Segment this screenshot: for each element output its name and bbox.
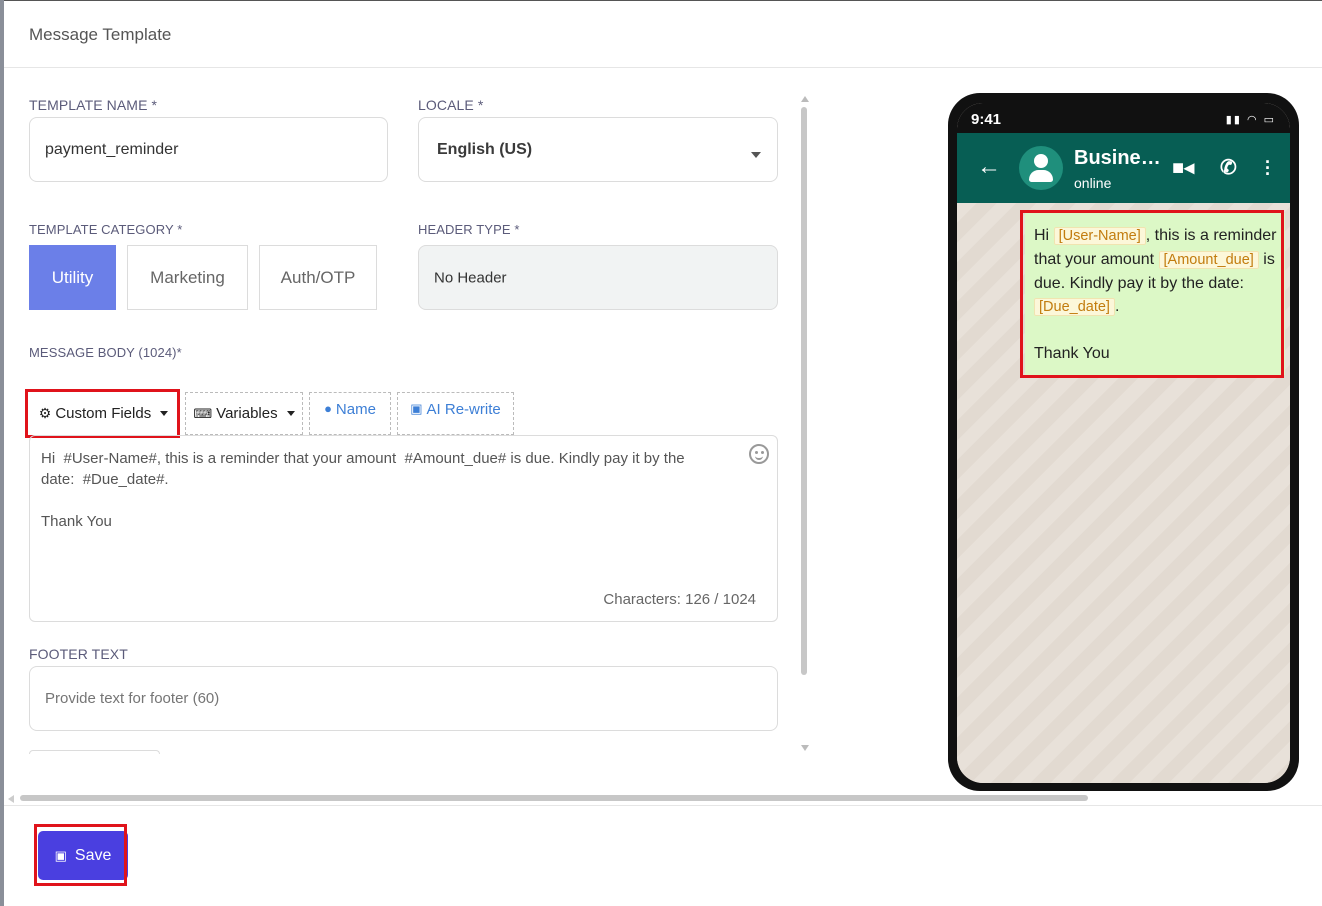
scroll-down-arrow[interactable] [801,745,809,751]
scroll-left-arrow[interactable] [8,795,14,803]
character-count: Characters: 126 / 1024 [603,591,756,608]
status-bar: 9:41 ▮▮ ◠ ▭ [957,103,1290,133]
message-body-label: MESSAGE BODY (1024)* [29,345,182,360]
chevron-down-icon [751,152,761,158]
name-button-label: Name [335,401,376,418]
signal-wifi-battery-icon: ▮▮ ◠ ▭ [1225,114,1276,126]
name-button[interactable]: ● Name [309,392,391,435]
back-arrow-icon: ← [977,153,1001,180]
highlight-box-preview [1020,210,1284,378]
variables-label: Variables [216,405,278,422]
video-call-icon: ■◂ [1172,157,1195,179]
footer-text-input[interactable] [29,666,778,731]
robot-icon: ▣ [410,401,423,416]
variables-dropdown[interactable]: ⌨ Variables [185,392,303,435]
phone-preview: 9:41 ▮▮ ◠ ▭ ← Busines... online ■◂ ✆ · · ·… [948,93,1299,791]
modal-title: Message Template [29,25,172,44]
template-category-label: TEMPLATE CATEGORY * [29,222,183,237]
message-template-modal: Message Template TEMPLATE NAME * payment… [4,0,1322,906]
highlight-box-custom-fields [25,389,180,438]
category-auth-otp-button[interactable]: Auth/OTP [259,245,377,310]
footer-text-label: FOOTER TEXT [29,646,128,662]
highlight-box-save [34,824,127,886]
locale-value: English (US) [437,140,533,158]
message-body-text: Hi #User-Name#, this is a reminder that … [41,450,685,530]
phone-screen: 9:41 ▮▮ ◠ ▭ ← Busines... online ■◂ ✆ · · ·… [957,103,1290,783]
ai-rewrite-button[interactable]: ▣ AI Re-write [397,392,514,435]
category-utility-button[interactable]: Utility [29,245,116,310]
emoji-icon[interactable] [749,444,769,464]
locale-select[interactable]: English (US) [418,117,778,182]
whatsapp-header: ← Busines... online ■◂ ✆ · · · [957,133,1290,203]
user-circle-icon: ● [324,401,332,416]
status-time: 9:41 [971,111,1002,128]
scroll-up-arrow[interactable] [801,96,809,102]
category-marketing-button[interactable]: Marketing [127,245,248,310]
business-name: Busines... [1074,147,1162,169]
phone-icon: ✆ [1220,157,1237,179]
header-type-select[interactable]: No Header [418,245,778,310]
vertical-scrollbar[interactable] [801,107,807,675]
message-body-textarea[interactable]: Hi #User-Name#, this is a reminder that … [29,435,778,622]
template-name-label: TEMPLATE NAME * [29,97,158,113]
template-name-value: payment_reminder [45,140,179,158]
next-field-edge [29,750,160,754]
horizontal-scrollbar[interactable] [20,795,1088,801]
ai-rewrite-label: AI Re-write [426,401,501,418]
locale-label: LOCALE * [418,97,484,113]
caret-down-icon [286,411,295,416]
keyboard-icon: ⌨ [193,405,213,421]
more-options-icon: · · · [1265,152,1271,184]
avatar [1019,146,1063,190]
header-type-label: HEADER TYPE * [418,222,520,237]
template-name-input[interactable]: payment_reminder [29,117,388,182]
modal-header: Message Template [4,1,1322,68]
business-status: online [1074,175,1112,191]
modal-footer-divider [4,805,1322,806]
header-type-value: No Header [434,269,507,286]
